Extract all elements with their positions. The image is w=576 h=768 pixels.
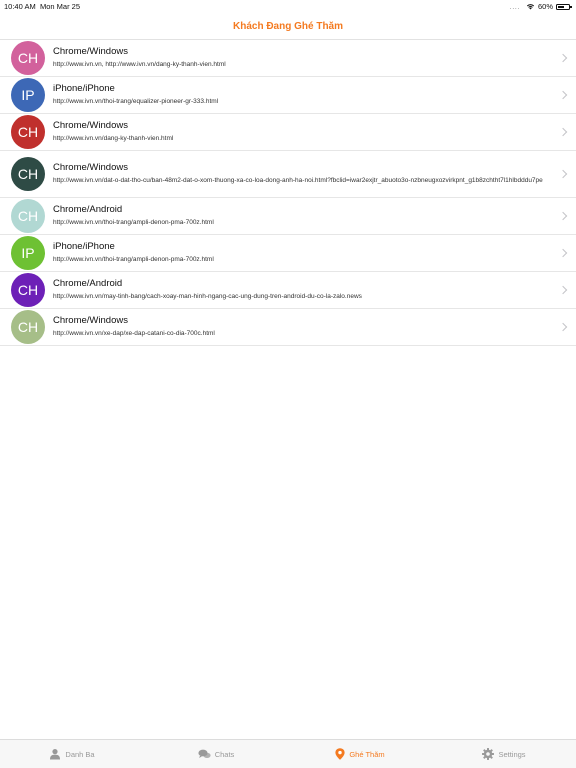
visitor-row[interactable]: CH Chrome/Windows http://www.ivn.vn, http:… [0, 40, 576, 77]
avatar: IP [11, 78, 45, 112]
avatar: CH [11, 157, 45, 191]
avatar: CH [11, 199, 45, 233]
tab-label: Danh Ba [65, 749, 95, 759]
battery-percent: 60% [537, 2, 553, 11]
visitor-browser: Chrome/Windows [53, 315, 128, 326]
visitor-browser: iPhone/iPhone [53, 241, 115, 252]
tab-bar: Danh Ba Chats Ghé Thăm Settings [0, 739, 576, 768]
visitor-row[interactable]: CH Chrome/Windows http://www.ivn.vn/dang-k… [0, 114, 576, 151]
battery-icon [556, 3, 572, 10]
visitor-row[interactable]: IP iPhone/iPhone http://www.ivn.vn/thoi-tr… [0, 77, 576, 114]
avatar: CH [11, 41, 45, 75]
avatar: CH [11, 310, 45, 344]
visitor-browser: Chrome/Android [53, 278, 123, 289]
visitor-text: Chrome/Windows http://www.ivn.vn, http://… [53, 46, 576, 70]
avatar: CH [11, 273, 45, 307]
status-time: 10:40 AM [4, 2, 36, 11]
tab-settings[interactable]: Settings [432, 740, 576, 768]
gear-icon [482, 748, 495, 760]
visitor-row[interactable]: CH Chrome/Windows http://www.ivn.vn/dat-o-… [0, 151, 576, 198]
page-title: Khách Đang Ghé Thăm [232, 21, 343, 32]
visitor-browser: Chrome/Android [53, 204, 123, 215]
visitor-url: http://www.ivn.vn/thoi-trang/ampli-denon… [53, 219, 214, 226]
visitor-url: http://www.ivn.vn, http://www.ivn.vn/dan… [53, 61, 226, 68]
signal-dots: .... [509, 2, 520, 11]
visitor-text: Chrome/Android http://www.ivn.vn/may-tinh… [53, 278, 576, 302]
visitor-row[interactable]: CH Chrome/Android http://www.ivn.vn/thoi-t… [0, 198, 576, 235]
visitor-url: http://www.ivn.vn/xe-dap/xe-dap-catani-c… [53, 330, 215, 337]
visitor-text: Chrome/Windows http://www.ivn.vn/dat-o-da… [53, 162, 576, 186]
visitor-row[interactable]: CH Chrome/Windows http://www.ivn.vn/xe-dap… [0, 309, 576, 346]
tab-danh-ba[interactable]: Danh Ba [0, 740, 144, 768]
battery-fill [558, 5, 564, 8]
nav-bar: Khách Đang Ghé Thăm [0, 14, 576, 40]
visitor-url: http://www.ivn.vn/thoi-trang/ampli-denon… [53, 256, 214, 263]
contacts-icon [49, 748, 61, 760]
avatar: IP [11, 236, 45, 270]
tab-label: Settings [498, 749, 526, 759]
tab-ghé-thăm[interactable]: Ghé Thăm [288, 740, 432, 768]
status-date: Mon Mar 25 [40, 2, 81, 11]
visitor-text: Chrome/Android http://www.ivn.vn/thoi-tra… [53, 204, 576, 228]
visitor-url: http://www.ivn.vn/dat-o-dat-tho-cu/ban-4… [53, 177, 543, 184]
visitor-list: CH Chrome/Windows http://www.ivn.vn, http:… [0, 40, 576, 346]
wifi-icon [526, 4, 535, 10]
status-right: .... 60% [509, 2, 572, 11]
visitor-row[interactable]: IP iPhone/iPhone http://www.ivn.vn/thoi-tr… [0, 235, 576, 272]
tab-label: Chats [214, 749, 235, 759]
chat-bubbles-icon [198, 749, 211, 760]
visitor-url: http://www.ivn.vn/dang-ky-thanh-vien.htm… [53, 135, 174, 142]
tab-label: Ghé Thăm [349, 749, 385, 759]
visitor-browser: iPhone/iPhone [53, 83, 115, 94]
status-bar: 10:40 AM Mon Mar 25 .... 60% [0, 0, 576, 14]
visitor-url: http://www.ivn.vn/thoi-trang/equalizer-p… [53, 98, 219, 105]
visitor-row[interactable]: CH Chrome/Android http://www.ivn.vn/may-ti… [0, 272, 576, 309]
visitor-text: Chrome/Windows http://www.ivn.vn/xe-dap/x… [53, 315, 576, 339]
avatar: CH [11, 115, 45, 149]
visitor-text: Chrome/Windows http://www.ivn.vn/dang-ky-… [53, 120, 576, 144]
visitor-text: iPhone/iPhone http://www.ivn.vn/thoi-tran… [53, 83, 576, 107]
tab-chats[interactable]: Chats [144, 740, 288, 768]
visitor-browser: Chrome/Windows [53, 120, 128, 131]
visitor-browser: Chrome/Windows [53, 46, 128, 57]
visitor-text: iPhone/iPhone http://www.ivn.vn/thoi-tran… [53, 241, 576, 265]
visitor-browser: Chrome/Windows [53, 162, 128, 173]
location-pin-icon [335, 748, 345, 760]
visitor-url: http://www.ivn.vn/may-tinh-bang/cach-xoa… [53, 293, 362, 300]
